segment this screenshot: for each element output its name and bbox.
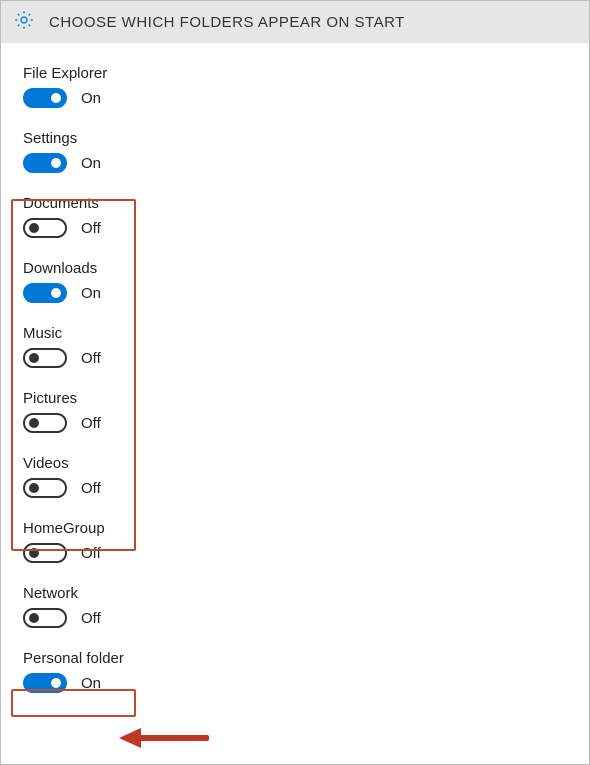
- setting-label: Videos: [23, 455, 567, 472]
- toggle-downloads[interactable]: [23, 283, 67, 303]
- toggle-state-text: Off: [81, 350, 101, 367]
- setting-label: File Explorer: [23, 65, 567, 82]
- setting-label: HomeGroup: [23, 520, 567, 537]
- settings-list: File Explorer On Settings On Documents O…: [1, 43, 589, 737]
- toggle-state-text: On: [81, 285, 101, 302]
- toggle-homegroup[interactable]: [23, 543, 67, 563]
- setting-music: Music Off: [23, 325, 567, 368]
- setting-label: Network: [23, 585, 567, 602]
- toggle-settings[interactable]: [23, 153, 67, 173]
- setting-homegroup: HomeGroup Off: [23, 520, 567, 563]
- setting-label: Settings: [23, 130, 567, 147]
- toggle-state-text: On: [81, 90, 101, 107]
- toggle-network[interactable]: [23, 608, 67, 628]
- page-header: CHOOSE WHICH FOLDERS APPEAR ON START: [1, 1, 589, 43]
- toggle-state-text: Off: [81, 415, 101, 432]
- setting-downloads: Downloads On: [23, 260, 567, 303]
- toggle-music[interactable]: [23, 348, 67, 368]
- setting-documents: Documents Off: [23, 195, 567, 238]
- setting-label: Downloads: [23, 260, 567, 277]
- toggle-videos[interactable]: [23, 478, 67, 498]
- setting-label: Music: [23, 325, 567, 342]
- setting-label: Documents: [23, 195, 567, 212]
- toggle-pictures[interactable]: [23, 413, 67, 433]
- page-title: CHOOSE WHICH FOLDERS APPEAR ON START: [49, 14, 405, 31]
- toggle-state-text: On: [81, 155, 101, 172]
- setting-videos: Videos Off: [23, 455, 567, 498]
- toggle-state-text: Off: [81, 480, 101, 497]
- setting-personal-folder: Personal folder On: [23, 650, 567, 693]
- toggle-personal-folder[interactable]: [23, 673, 67, 693]
- toggle-documents[interactable]: [23, 218, 67, 238]
- setting-pictures: Pictures Off: [23, 390, 567, 433]
- setting-label: Personal folder: [23, 650, 567, 667]
- setting-network: Network Off: [23, 585, 567, 628]
- gear-icon: [13, 9, 35, 36]
- setting-settings: Settings On: [23, 130, 567, 173]
- toggle-state-text: Off: [81, 545, 101, 562]
- setting-file-explorer: File Explorer On: [23, 65, 567, 108]
- toggle-state-text: On: [81, 675, 101, 692]
- setting-label: Pictures: [23, 390, 567, 407]
- toggle-state-text: Off: [81, 220, 101, 237]
- toggle-state-text: Off: [81, 610, 101, 627]
- toggle-file-explorer[interactable]: [23, 88, 67, 108]
